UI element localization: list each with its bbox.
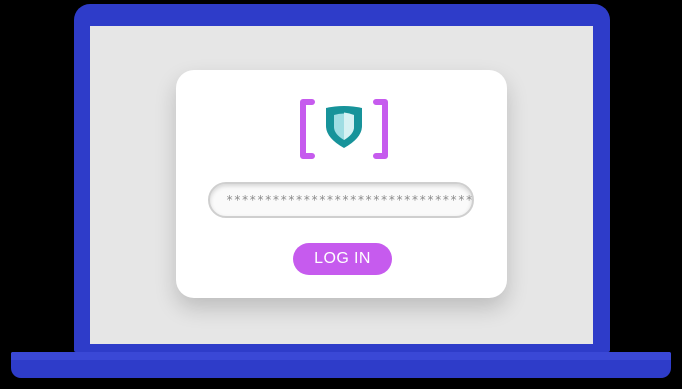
login-card: ******************************** LOG IN <box>176 70 507 298</box>
illustration: ******************************** LOG IN <box>0 0 682 389</box>
laptop-base-edge <box>11 352 671 360</box>
login-button[interactable]: LOG IN <box>293 243 392 275</box>
laptop-screen: ******************************** LOG IN <box>90 26 593 344</box>
password-field[interactable]: ******************************** <box>208 182 474 218</box>
laptop-base <box>11 352 671 378</box>
bracketed-shield-icon <box>300 99 388 159</box>
